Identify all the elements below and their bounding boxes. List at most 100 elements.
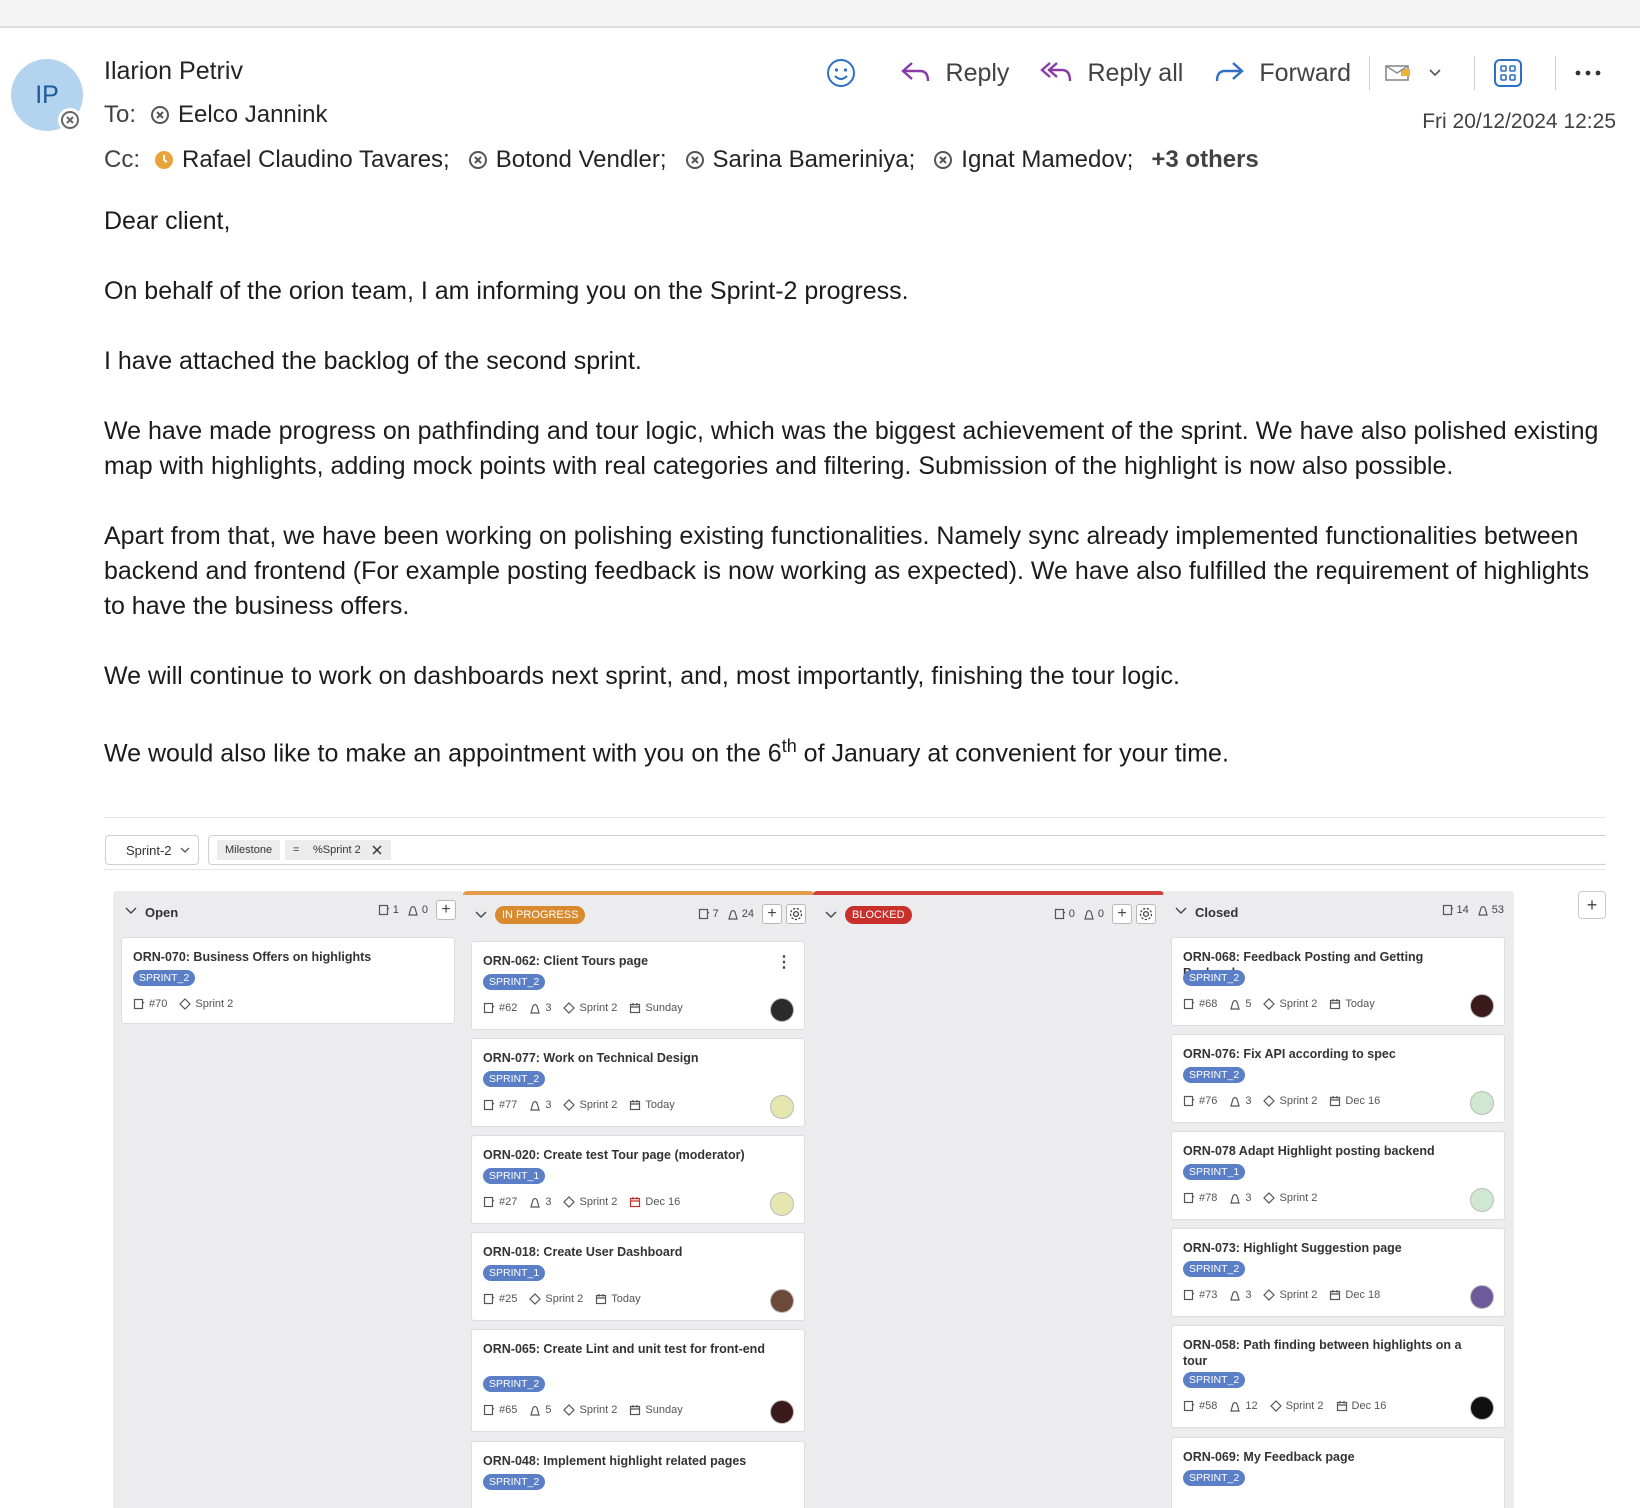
quick-steps-dropdown[interactable] (1384, 60, 1456, 86)
assignee-avatar[interactable] (1470, 994, 1494, 1018)
filter-token-field: Milestone (217, 840, 281, 860)
cc-recipient[interactable]: Botond Vendler; (468, 146, 667, 174)
issue-milestone[interactable]: Sprint 2 (563, 1196, 617, 1208)
issue-card[interactable]: ORN-018: Create User Dashboard SPRINT_1 #2… (471, 1232, 805, 1321)
issue-card[interactable]: ORN-062: Client Tours page SPRINT_2 #62 3 Sp… (471, 941, 805, 1030)
forward-button[interactable]: Forward (1213, 59, 1351, 88)
gear-icon (789, 907, 803, 921)
add-list-button[interactable]: + (1578, 891, 1606, 919)
issue-milestone[interactable]: Sprint 2 (563, 1002, 617, 1014)
close-icon[interactable] (371, 844, 383, 856)
weight-icon (1477, 905, 1488, 916)
issue-milestone[interactable]: Sprint 2 (529, 1293, 583, 1305)
issue-milestone[interactable]: Sprint 2 (1263, 1095, 1317, 1107)
issue-title[interactable]: ORN-018: Create User Dashboard (483, 1244, 773, 1260)
assignee-avatar[interactable] (770, 1192, 794, 1216)
issue-milestone[interactable]: Sprint 2 (179, 998, 233, 1010)
cc-more-link[interactable]: +3 others (1151, 146, 1258, 174)
assignee-avatar[interactable] (1470, 1396, 1494, 1420)
issue-milestone[interactable]: Sprint 2 (563, 1099, 617, 1111)
chevron-down-icon[interactable] (825, 911, 837, 919)
gear-icon (1139, 907, 1153, 921)
sprint-label[interactable]: SPRINT_2 (483, 1474, 546, 1490)
issue-title[interactable]: ORN-069: My Feedback page (1183, 1449, 1473, 1465)
sprint-select[interactable]: Sprint-2 (105, 835, 199, 865)
issue-milestone[interactable]: Sprint 2 (1263, 998, 1317, 1010)
issue-card[interactable]: ORN-069: My Feedback page SPRINT_2 (1171, 1437, 1505, 1508)
issue-card[interactable]: ORN-070: Business Offers on highlights SP… (121, 937, 455, 1024)
issue-milestone[interactable]: Sprint 2 (1263, 1289, 1317, 1301)
add-issue-button[interactable]: + (436, 900, 456, 920)
list-settings-button[interactable] (1136, 904, 1156, 924)
assignee-avatar[interactable] (1470, 1091, 1494, 1115)
issue-title[interactable]: ORN-058: Path finding between highlights… (1183, 1337, 1473, 1369)
chevron-down-icon[interactable] (125, 907, 137, 915)
issue-title[interactable]: ORN-070: Business Offers on highlights (133, 949, 423, 965)
assignee-avatar[interactable] (1470, 1188, 1494, 1212)
filter-search-input[interactable]: Milestone = %Sprint 2 (208, 835, 1606, 865)
sprint-label[interactable]: SPRINT_2 (133, 970, 196, 986)
to-recipient[interactable]: Eelco Jannink (150, 101, 327, 129)
issue-milestone[interactable]: Sprint 2 (563, 1404, 617, 1416)
sprint-label[interactable]: SPRINT_2 (1183, 1067, 1246, 1083)
board-filter-bar: Sprint-2 Milestone = %Sprint 2 (104, 825, 1606, 870)
weight-count: 53 (1491, 904, 1504, 916)
issue-milestone[interactable]: Sprint 2 (1263, 1192, 1317, 1204)
sprint-label[interactable]: SPRINT_1 (483, 1168, 546, 1184)
cc-recipient[interactable]: Rafael Claudino Tavares; (154, 146, 450, 174)
sprint-label[interactable]: SPRINT_2 (1183, 1372, 1246, 1388)
apps-button[interactable] (1493, 58, 1537, 88)
issue-card[interactable]: ORN-048: Implement highlight related pag… (471, 1441, 805, 1508)
issue-card[interactable]: ORN-020: Create test Tour page (moderato… (471, 1135, 805, 1224)
issue-title[interactable]: ORN-078 Adapt Highlight posting backend (1183, 1143, 1473, 1159)
sprint-label[interactable]: SPRINT_2 (1183, 970, 1246, 986)
cc-recipient[interactable]: Ignat Mamedov; (933, 146, 1133, 174)
issue-title[interactable]: ORN-065: Create Lint and unit test for f… (483, 1341, 773, 1357)
reply-button[interactable]: Reply (900, 59, 1009, 88)
issue-card[interactable]: ORN-078 Adapt Highlight posting backend S… (1171, 1131, 1505, 1220)
emoji-react-button[interactable] (826, 58, 870, 88)
issue-card[interactable]: ORN-077: Work on Technical Design SPRINT_… (471, 1038, 805, 1127)
assignee-avatar[interactable] (770, 998, 794, 1022)
weight-icon (530, 1197, 541, 1208)
issue-title[interactable]: ORN-076: Fix API according to spec (1183, 1046, 1473, 1062)
card-menu-button[interactable]: ⋮ (776, 952, 792, 972)
issue-title[interactable]: ORN-073: Highlight Suggestion page (1183, 1240, 1473, 1256)
assignee-avatar[interactable] (770, 1289, 794, 1313)
sprint-label[interactable]: SPRINT_2 (483, 974, 546, 990)
filter-token-value[interactable]: %Sprint 2 (305, 840, 391, 860)
add-issue-button[interactable]: + (1112, 904, 1132, 924)
chevron-down-icon[interactable] (1175, 907, 1187, 915)
assignee-avatar[interactable] (1470, 1285, 1494, 1309)
more-actions-button[interactable] (1574, 68, 1616, 78)
more-icon (1575, 70, 1601, 76)
issue-meta: #77 3 Sprint 2 Today (483, 1099, 687, 1111)
sprint-label[interactable]: SPRINT_1 (483, 1265, 546, 1281)
sprint-label[interactable]: SPRINT_2 (1183, 1261, 1246, 1277)
issue-title[interactable]: ORN-077: Work on Technical Design (483, 1050, 773, 1066)
sender-name[interactable]: Ilarion Petriv (104, 57, 243, 86)
issue-title[interactable]: ORN-020: Create test Tour page (moderato… (483, 1147, 773, 1163)
issue-card[interactable]: ORN-073: Highlight Suggestion page SPRINT… (1171, 1228, 1505, 1317)
assignee-avatar[interactable] (770, 1095, 794, 1119)
issue-card[interactable]: ORN-058: Path finding between highlights… (1171, 1325, 1505, 1428)
sprint-label[interactable]: SPRINT_1 (1183, 1164, 1246, 1180)
chevron-down-icon[interactable] (475, 911, 487, 919)
assignee-avatar[interactable] (770, 1400, 794, 1424)
issue-card[interactable]: ORN-065: Create Lint and unit test for f… (471, 1329, 805, 1432)
add-issue-button[interactable]: + (762, 904, 782, 924)
list-settings-button[interactable] (786, 904, 806, 924)
cc-recipient[interactable]: Sarina Bameriniya; (685, 146, 915, 174)
sprint-label[interactable]: SPRINT_2 (483, 1376, 546, 1392)
issue-id: #76 (1183, 1095, 1217, 1107)
issue-milestone[interactable]: Sprint 2 (1269, 1400, 1324, 1412)
sprint-label[interactable]: SPRINT_2 (1183, 1470, 1246, 1486)
sprint-label[interactable]: SPRINT_2 (483, 1071, 546, 1087)
issue-card[interactable]: ORN-076: Fix API according to spec SPRINT… (1171, 1034, 1505, 1123)
issue-card[interactable]: ORN-068: Feedback Posting and Getting Ba… (1171, 937, 1505, 1026)
column-title: Closed (1195, 905, 1239, 920)
issue-title[interactable]: ORN-048: Implement highlight related pag… (483, 1453, 773, 1469)
reply-all-button[interactable]: Reply all (1039, 59, 1183, 88)
calendar-icon (1330, 1290, 1341, 1301)
issue-title[interactable]: ORN-062: Client Tours page (483, 953, 773, 969)
